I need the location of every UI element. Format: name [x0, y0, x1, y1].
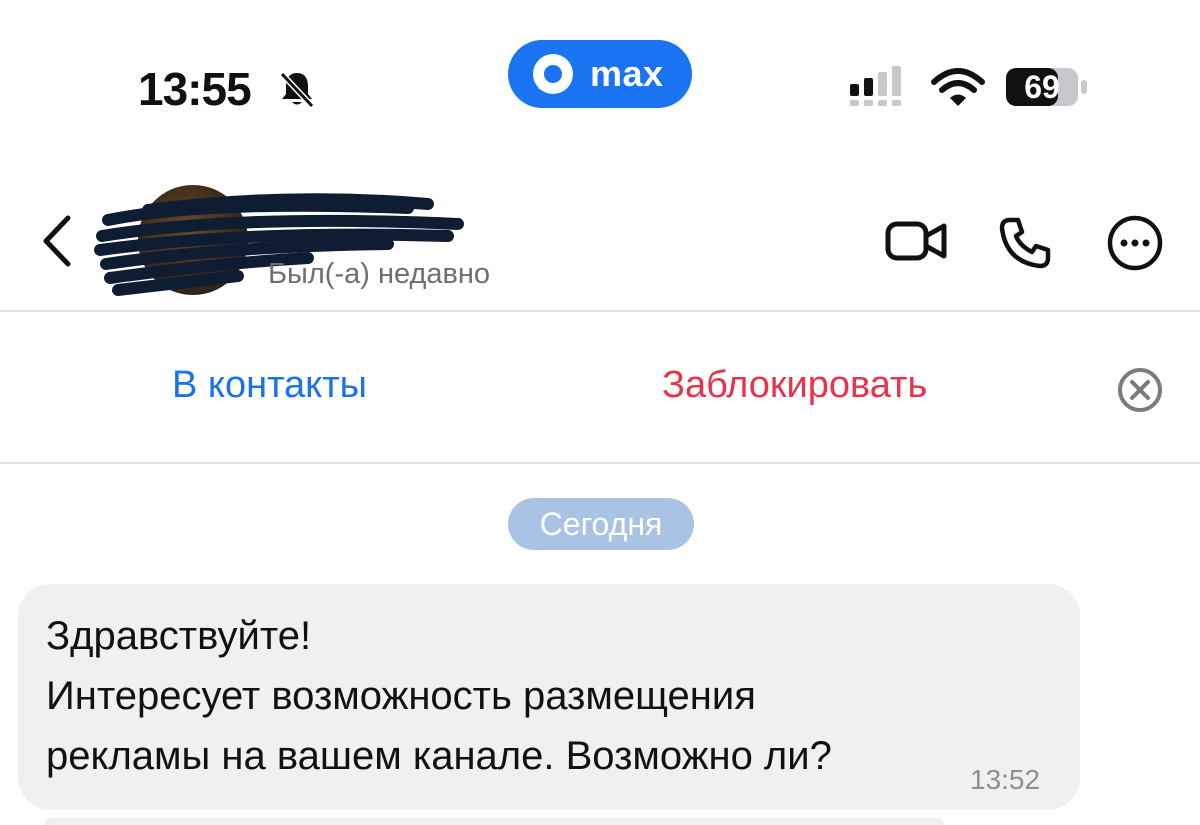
- status-time: 13:55: [138, 63, 252, 115]
- app-pill-label: max: [590, 53, 664, 94]
- next-message-bubble[interactable]: [44, 818, 944, 825]
- battery-level: 69: [1024, 69, 1060, 105]
- bell-muted-icon: [279, 71, 315, 109]
- video-call-icon[interactable]: [884, 216, 950, 266]
- block-button[interactable]: Заблокировать: [662, 364, 927, 407]
- message-text-line: Интересует возможность размещения: [46, 674, 756, 718]
- more-icon[interactable]: [1106, 214, 1164, 272]
- cellular-signal-icon: [850, 66, 901, 106]
- wifi-icon: [931, 68, 985, 106]
- close-icon[interactable]: [1116, 366, 1164, 414]
- back-icon[interactable]: [38, 214, 74, 268]
- message-text-line: рекламы на вашем канале. Возможно ли?: [46, 734, 832, 778]
- actions-divider: [0, 462, 1200, 464]
- message-time: 13:52: [970, 764, 1041, 795]
- add-to-contacts-button[interactable]: В контакты: [172, 364, 367, 407]
- app-pill[interactable]: max: [508, 40, 692, 108]
- phone-call-icon[interactable]: [998, 214, 1054, 270]
- message-text-line: Здравствуйте!: [46, 614, 312, 658]
- date-separator: Сегодня: [508, 498, 694, 550]
- max-logo-icon: [533, 54, 573, 94]
- header-divider: [0, 310, 1200, 312]
- contact-status: Был(-а) недавно: [268, 258, 491, 290]
